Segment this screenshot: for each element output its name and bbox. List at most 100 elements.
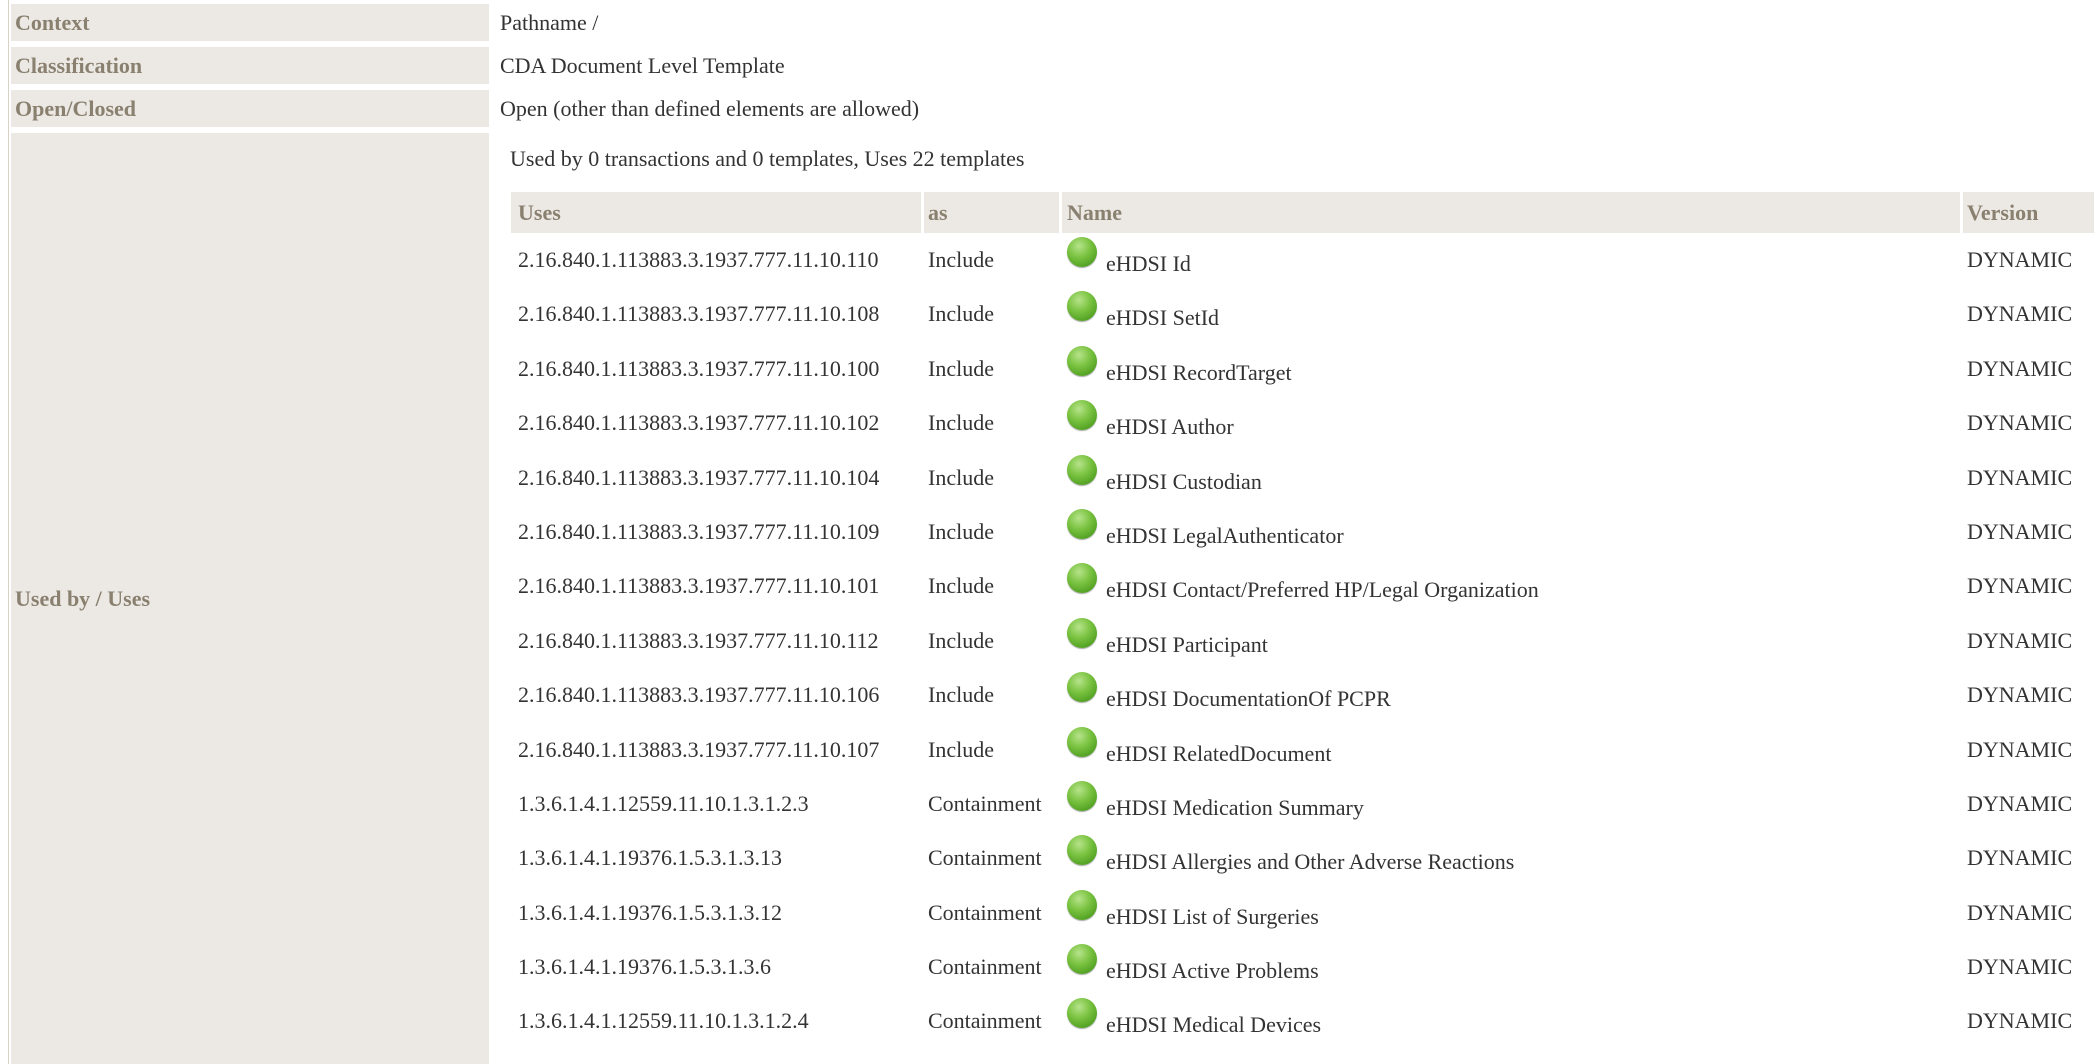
status-active-icon [1067,508,1097,539]
relationship-type: Include [928,627,994,653]
column-divider [1960,192,1963,233]
status-active-icon [1067,400,1097,431]
template-name[interactable]: eHDSI RecordTarget [1106,360,1292,386]
status-active-icon [1067,291,1097,322]
template-version: DYNAMIC [1967,899,2073,925]
template-name[interactable]: eHDSI Allergies and Other Adverse Reacti… [1106,849,1514,875]
column-divider [921,192,924,233]
template-oid: 1.3.6.1.4.1.12559.11.10.1.3.1.2.4 [518,1008,809,1034]
context-label: Context [11,4,489,41]
template-name[interactable]: eHDSI Medical Devices [1106,1012,1321,1038]
column-divider [1059,192,1062,233]
column-header-uses: Uses [518,199,561,225]
template-version: DYNAMIC [1967,736,2073,762]
status-active-icon [1067,617,1097,648]
status-active-icon [1067,726,1097,757]
template-oid: 1.3.6.1.4.1.19376.1.5.3.1.3.12 [518,899,782,925]
table-row: 2.16.840.1.113883.3.1937.777.11.10.109 I… [511,508,2094,563]
table-row: 2.16.840.1.113883.3.1937.777.11.10.107 I… [511,726,2094,781]
template-version: DYNAMIC [1967,301,2073,327]
column-header-name: Name [1067,199,1122,225]
template-name[interactable]: eHDSI Active Problems [1106,958,1319,984]
template-oid: 1.3.6.1.4.1.12559.11.10.1.3.1.2.3 [518,790,809,816]
template-name-cell[interactable]: eHDSI Id [1067,237,1191,276]
context-value: Pathname / [500,9,599,35]
template-name-cell[interactable]: eHDSI Active Problems [1067,944,1319,983]
template-version: DYNAMIC [1967,845,2073,871]
template-name-cell[interactable]: eHDSI LegalAuthenticator [1067,508,1344,548]
template-oid: 2.16.840.1.113883.3.1937.777.11.10.104 [518,464,880,490]
template-name-cell[interactable]: eHDSI SetId [1067,291,1219,330]
relationship-type: Containment [928,954,1042,980]
usage-summary: Used by 0 transactions and 0 templates, … [510,146,1025,171]
template-oid: 2.16.840.1.113883.3.1937.777.11.10.108 [518,301,880,327]
template-name-cell[interactable]: eHDSI RelatedDocument [1067,726,1331,766]
classification-label: Classification [11,47,489,84]
template-oid: 1.3.6.1.4.1.19376.1.5.3.1.3.6 [518,954,771,980]
template-version: DYNAMIC [1967,464,2073,490]
status-active-icon [1067,237,1097,267]
template-oid: 1.3.6.1.4.1.19376.1.5.3.1.3.13 [518,845,782,871]
template-name[interactable]: eHDSI RelatedDocument [1106,741,1331,767]
template-name[interactable]: eHDSI SetId [1106,305,1219,331]
template-name[interactable]: eHDSI Custodian [1106,469,1262,495]
uses-table-header: Uses as Name Version [511,192,2094,233]
page-left-border [8,0,9,1064]
relationship-type: Containment [928,845,1042,871]
status-active-icon [1067,345,1097,376]
template-name-cell[interactable]: eHDSI DocumentationOf PCPR [1067,672,1391,711]
table-row: 2.16.840.1.113883.3.1937.777.11.10.102 I… [511,400,2094,454]
template-name[interactable]: eHDSI List of Surgeries [1106,904,1319,930]
template-oid: 2.16.840.1.113883.3.1937.777.11.10.112 [518,627,879,653]
template-name-cell[interactable]: eHDSI Allergies and Other Adverse Reacti… [1067,835,1514,874]
template-version: DYNAMIC [1967,1008,2073,1034]
relationship-type: Include [928,573,994,599]
table-row: 2.16.840.1.113883.3.1937.777.11.10.108 I… [511,291,2094,345]
table-row: 1.3.6.1.4.1.19376.1.5.3.1.3.13 Containme… [511,835,2094,889]
template-name-cell[interactable]: eHDSI RecordTarget [1067,345,1292,385]
column-header-version: Version [1967,199,2039,225]
template-oid: 2.16.840.1.113883.3.1937.777.11.10.109 [518,518,880,544]
status-active-icon [1067,563,1097,594]
template-version: DYNAMIC [1967,355,2073,381]
column-header-as: as [928,199,948,225]
table-row: 2.16.840.1.113883.3.1937.777.11.10.110 I… [511,237,2094,291]
template-oid: 2.16.840.1.113883.3.1937.777.11.10.110 [518,247,879,272]
template-version: DYNAMIC [1967,247,2073,272]
relationship-type: Include [928,410,994,436]
relationship-type: Include [928,464,994,490]
template-version: DYNAMIC [1967,518,2073,544]
template-name-cell[interactable]: eHDSI List of Surgeries [1067,889,1319,929]
table-row: 1.3.6.1.4.1.12559.11.10.1.3.1.2.4 Contai… [511,998,2094,1052]
template-version: DYNAMIC [1967,627,2073,653]
template-name[interactable]: eHDSI Medication Summary [1106,795,1364,821]
table-row: 2.16.840.1.113883.3.1937.777.11.10.101 I… [511,563,2094,617]
relationship-type: Containment [928,899,1042,925]
table-row: 2.16.840.1.113883.3.1937.777.11.10.104 I… [511,454,2094,509]
template-name[interactable]: eHDSI Author [1106,414,1234,440]
template-name-cell[interactable]: eHDSI Medical Devices [1067,998,1321,1037]
template-name-cell[interactable]: eHDSI Custodian [1067,454,1262,494]
template-name[interactable]: eHDSI LegalAuthenticator [1106,523,1344,549]
template-name[interactable]: eHDSI Participant [1106,632,1268,658]
template-name[interactable]: eHDSI DocumentationOf PCPR [1106,686,1391,712]
status-active-icon [1067,998,1097,1029]
template-version: DYNAMIC [1967,954,2073,980]
status-active-icon [1067,944,1097,975]
template-oid: 2.16.840.1.113883.3.1937.777.11.10.107 [518,736,880,762]
template-name-cell[interactable]: eHDSI Participant [1067,617,1268,657]
template-name-cell[interactable]: eHDSI Contact/Preferred HP/Legal Organiz… [1067,563,1539,602]
template-oid: 2.16.840.1.113883.3.1937.777.11.10.106 [518,682,880,708]
template-name-cell[interactable]: eHDSI Author [1067,400,1234,439]
template-oid: 2.16.840.1.113883.3.1937.777.11.10.101 [518,573,880,599]
relationship-type: Containment [928,790,1042,816]
classification-value: CDA Document Level Template [500,52,785,78]
status-active-icon [1067,780,1097,811]
template-version: DYNAMIC [1967,790,2073,816]
template-version: DYNAMIC [1967,410,2073,436]
template-name-cell[interactable]: eHDSI Medication Summary [1067,780,1364,820]
template-name[interactable]: eHDSI Id [1106,251,1191,277]
relationship-type: Include [928,736,994,762]
relationship-type: Include [928,355,994,381]
template-name[interactable]: eHDSI Contact/Preferred HP/Legal Organiz… [1106,577,1539,603]
